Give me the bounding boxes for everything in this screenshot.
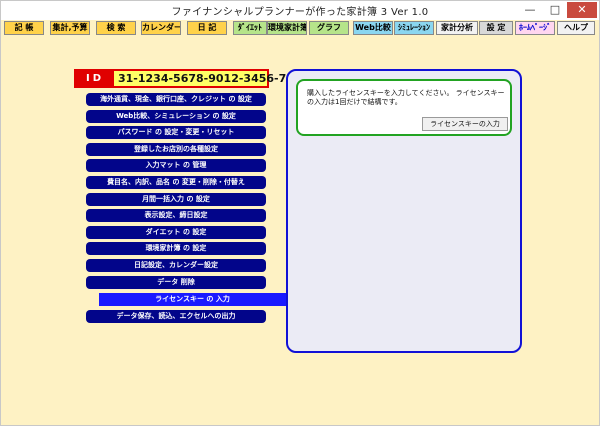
toolbar-button-calendar[interactable]: カレンダー — [141, 21, 181, 35]
menu-input-mat[interactable]: 入力マット の 管理 — [86, 159, 266, 172]
id-label: ID — [76, 71, 114, 86]
menu-license-key-input[interactable]: ライセンスキー の 入力 — [99, 293, 286, 306]
toolbar-button-diary[interactable]: 日 記 — [187, 21, 227, 35]
license-id-box: ID 31-1234-5678-9012-3456-7890 — [74, 69, 309, 88]
menu-monthly-bulk-input[interactable]: 月間一括入力 の 設定 — [86, 193, 266, 206]
menu-diary-calendar-settings[interactable]: 日記設定、カレンダー設定 — [86, 259, 266, 272]
menu-display-closing-day[interactable]: 表示設定、締日設定 — [86, 209, 266, 222]
menu-data-save-load-excel[interactable]: データ保存、読込、エクセルへの出力 — [86, 310, 266, 323]
license-key-input-button[interactable]: ライセンスキーの入力 — [422, 117, 508, 131]
menu-web-simulation-settings[interactable]: Web比較、シミュレーション の 設定 — [86, 110, 266, 123]
id-value: 31-1234-5678-9012-3456-7890 — [118, 72, 310, 85]
toolbar-button-summary-budget[interactable]: 集計,予算 — [50, 21, 90, 35]
menu-password-settings[interactable]: パスワード の 設定・変更・リセット — [86, 126, 266, 139]
toolbar-button-graph[interactable]: グラフ — [309, 21, 349, 35]
toolbar-button-homepage[interactable]: ﾎｰﾑﾍﾟｰｼﾞ — [515, 21, 555, 35]
toolbar-button-settings[interactable]: 設 定 — [479, 21, 513, 35]
license-panel: 購入したライセンスキーを入力してください。 ライセンスキーの入力は1回だけで結構… — [286, 69, 522, 353]
app-window: ファイナンシャルプランナーが作った家計簿 3 Ver 1.0 — □ ✕ 記 帳… — [0, 0, 600, 426]
menu-store-settings[interactable]: 登録したお店別の各種設定 — [86, 143, 266, 156]
toolbar-button-kicho[interactable]: 記 帳 — [4, 21, 44, 35]
title-bar: ファイナンシャルプランナーが作った家計簿 3 Ver 1.0 — □ ✕ — [1, 1, 599, 20]
toolbar-button-help[interactable]: ヘルプ — [557, 21, 595, 35]
license-input-box: 購入したライセンスキーを入力してください。 ライセンスキーの入力は1回だけで結構… — [296, 79, 512, 136]
license-message: 購入したライセンスキーを入力してください。 ライセンスキーの入力は1回だけで結構… — [307, 89, 505, 106]
menu-expense-item-edit[interactable]: 費目名、内訳、品名 の 変更・削除・付替え — [86, 176, 266, 189]
menu-data-delete[interactable]: データ 削除 — [86, 276, 266, 289]
toolbar-button-diet[interactable]: ﾀﾞｲｴｯﾄ — [233, 21, 267, 35]
menu-eco-kakeibo-settings[interactable]: 環境家計簿 の 設定 — [86, 242, 266, 255]
main-toolbar: 記 帳 集計,予算 検 索 カレンダー 日 記 ﾀﾞｲｴｯﾄ 環境家計簿 グラフ… — [4, 21, 596, 35]
menu-currency-cash-bank-credit[interactable]: 海外通貨、現金、銀行口座、クレジット の 設定 — [86, 93, 266, 106]
maximize-icon[interactable]: □ — [544, 2, 566, 18]
toolbar-button-eco-kakeibo[interactable]: 環境家計簿 — [267, 21, 307, 35]
menu-diet-settings[interactable]: ダイエット の 設定 — [86, 226, 266, 239]
minimize-icon[interactable]: — — [519, 2, 541, 18]
toolbar-button-web-compare[interactable]: Web比較 — [353, 21, 393, 35]
toolbar-button-search[interactable]: 検 索 — [96, 21, 136, 35]
window-title: ファイナンシャルプランナーが作った家計簿 3 Ver 1.0 — [171, 7, 429, 18]
close-icon[interactable]: ✕ — [567, 2, 597, 18]
toolbar-button-simulation[interactable]: ｼﾐｭﾚｰｼｮﾝ — [394, 21, 434, 35]
toolbar-button-analysis[interactable]: 家計分析 — [436, 21, 478, 35]
